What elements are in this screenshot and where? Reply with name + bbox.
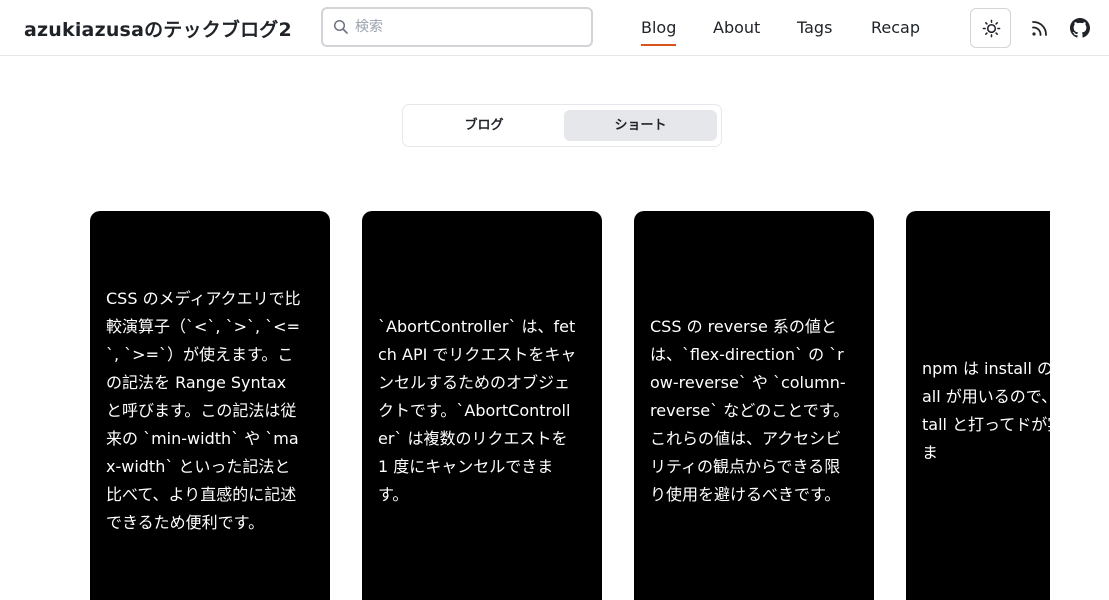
sun-icon: [982, 19, 1001, 38]
toggle-blog[interactable]: ブログ: [408, 110, 560, 141]
nav-about[interactable]: About: [713, 18, 760, 37]
nav-blog[interactable]: Blog: [641, 18, 677, 46]
content-type-toggle: ブログ ショート: [402, 104, 722, 147]
short-card-text: CSS のメディアクエリで比較演算子（`<`, `>`, `<=`, `>=`）…: [106, 289, 301, 532]
short-card-text: npm は install のして isntall が用いるので、typo is…: [922, 359, 1050, 462]
rss-icon[interactable]: [1030, 18, 1050, 38]
site-title[interactable]: azukiazusaのテックブログ2: [24, 15, 292, 42]
short-card[interactable]: CSS の reverse 系の値とは、`flex-direction` の `…: [634, 211, 874, 600]
search-input[interactable]: [355, 15, 583, 39]
github-icon[interactable]: [1070, 18, 1090, 38]
site-header: azukiazusaのテックブログ2 Blog About Tags Recap: [0, 0, 1109, 56]
short-card-text: CSS の reverse 系の値とは、`flex-direction` の `…: [650, 317, 850, 504]
short-card-list: CSS のメディアクエリで比較演算子（`<`, `>`, `<=`, `>=`）…: [0, 211, 1050, 600]
toggle-short[interactable]: ショート: [564, 110, 717, 141]
search-icon: [333, 19, 348, 34]
short-card[interactable]: CSS のメディアクエリで比較演算子（`<`, `>`, `<=`, `>=`）…: [90, 211, 330, 600]
short-card[interactable]: npm は install のして isntall が用いるので、typo is…: [906, 211, 1050, 600]
short-card[interactable]: `AbortController` は、fetch API でリクエストをキャン…: [362, 211, 602, 600]
nav-recap[interactable]: Recap: [871, 18, 920, 37]
theme-toggle-button[interactable]: [970, 8, 1011, 48]
short-card-text: `AbortController` は、fetch API でリクエストをキャン…: [378, 317, 577, 504]
nav-tags[interactable]: Tags: [797, 18, 832, 37]
search-box[interactable]: [321, 7, 593, 47]
